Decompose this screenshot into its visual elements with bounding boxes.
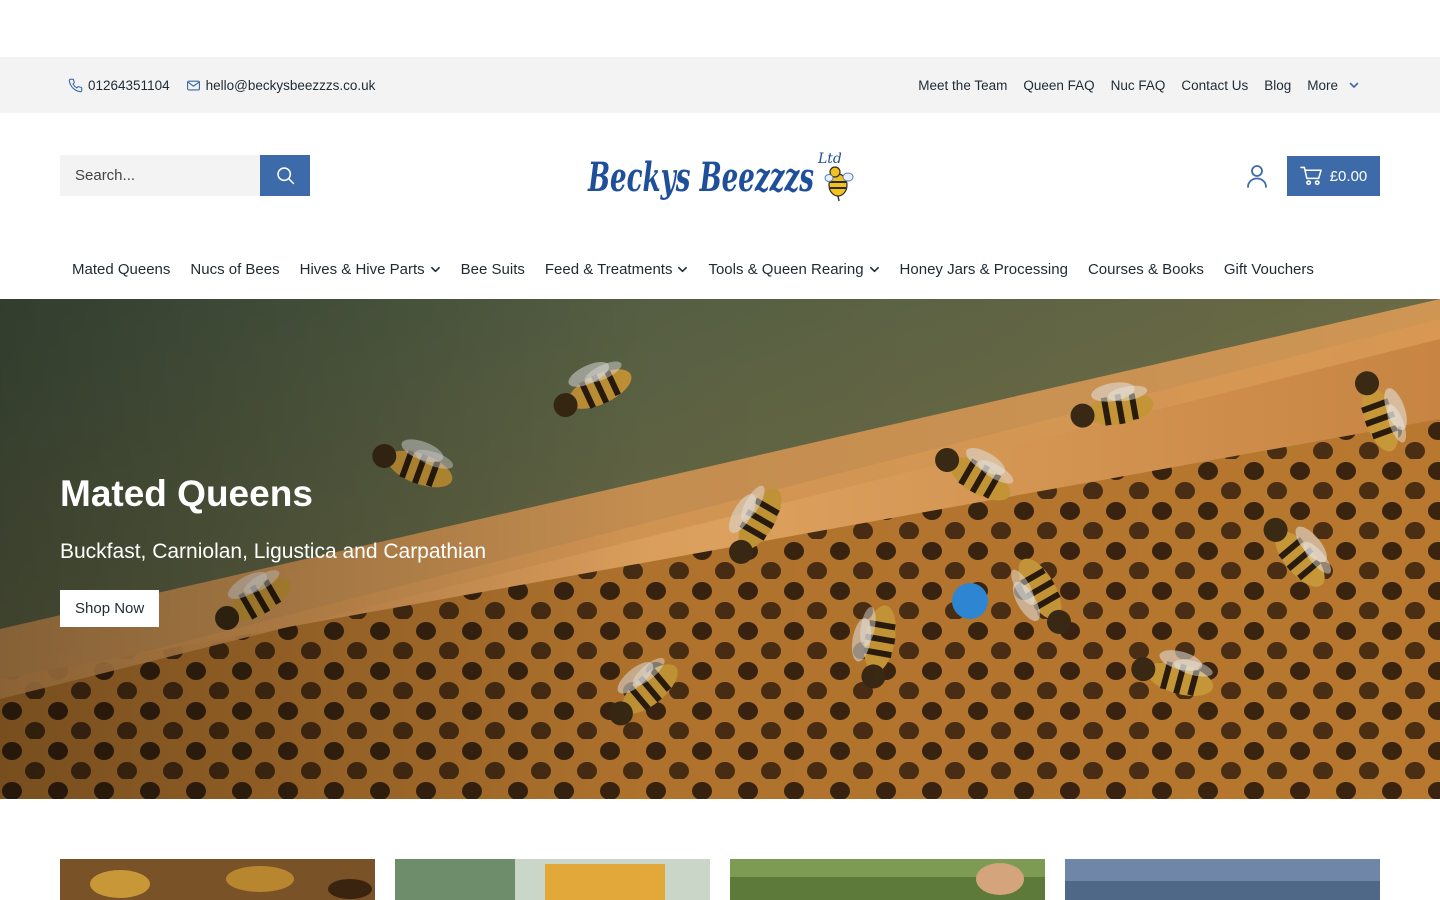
contact-info: 01264351104 hello@beckysbeezzzs.co.uk bbox=[68, 57, 375, 113]
account-link[interactable] bbox=[1245, 163, 1269, 189]
cart-button[interactable]: £0.00 bbox=[1287, 156, 1380, 196]
cart-total: £0.00 bbox=[1329, 167, 1368, 185]
utility-links: Meet the Team Queen FAQ Nuc FAQ Contact … bbox=[918, 57, 1360, 113]
search-icon bbox=[276, 167, 294, 185]
utility-link-nuc-faq[interactable]: Nuc FAQ bbox=[1111, 78, 1166, 93]
cart-icon bbox=[1299, 166, 1322, 186]
chevron-down-icon bbox=[869, 266, 879, 272]
email-link[interactable]: hello@beckysbeezzzs.co.uk bbox=[186, 77, 376, 93]
email-address: hello@beckysbeezzzs.co.uk bbox=[205, 77, 376, 93]
category-tile[interactable] bbox=[730, 859, 1045, 900]
site-logo[interactable]: Beckys Beezzzs Ltd bbox=[586, 141, 854, 205]
phone-link[interactable]: 01264351104 bbox=[68, 78, 170, 93]
site-header: Beckys Beezzzs Ltd £0.00 Mated Queens Nu… bbox=[0, 113, 1440, 299]
hero-banner: Mated Queens Buckfast, Carniolan, Ligust… bbox=[0, 299, 1440, 799]
nav-item-tools-queen-rearing[interactable]: Tools & Queen Rearing bbox=[708, 261, 879, 278]
category-tile[interactable] bbox=[1065, 859, 1380, 900]
nav-item-honey-jars[interactable]: Honey Jars & Processing bbox=[900, 261, 1068, 278]
utility-link-contact-us[interactable]: Contact Us bbox=[1181, 78, 1248, 93]
utility-link-queen-faq[interactable]: Queen FAQ bbox=[1023, 78, 1094, 93]
utility-link-blog[interactable]: Blog bbox=[1264, 78, 1291, 93]
more-label: More bbox=[1307, 77, 1338, 93]
bee-mascot-icon bbox=[824, 166, 854, 202]
nav-item-gift-vouchers[interactable]: Gift Vouchers bbox=[1224, 261, 1314, 278]
shop-now-button[interactable]: Shop Now bbox=[60, 590, 160, 627]
nav-item-bee-suits[interactable]: Bee Suits bbox=[461, 261, 525, 278]
nav-item-nucs-of-bees[interactable]: Nucs of Bees bbox=[190, 261, 279, 278]
tile-image bbox=[60, 859, 375, 900]
tile-image bbox=[730, 859, 1045, 900]
hero-subtitle: Buckfast, Carniolan, Ligustica and Carpa… bbox=[60, 540, 487, 563]
search-input[interactable] bbox=[60, 155, 260, 196]
utility-bar: 01264351104 hello@beckysbeezzzs.co.uk Me… bbox=[0, 57, 1440, 113]
mail-icon bbox=[186, 80, 200, 90]
search-form bbox=[60, 155, 310, 196]
utility-more-dropdown[interactable]: More bbox=[1307, 78, 1360, 93]
main-nav: Mated Queens Nucs of Bees Hives & Hive P… bbox=[72, 253, 1314, 285]
hero-title: Mated Queens bbox=[60, 473, 313, 514]
nav-item-hives[interactable]: Hives & Hive Parts bbox=[300, 261, 441, 278]
nav-item-courses-books[interactable]: Courses & Books bbox=[1088, 261, 1204, 278]
chevron-down-icon bbox=[678, 266, 688, 272]
utility-link-meet-the-team[interactable]: Meet the Team bbox=[918, 78, 1007, 93]
category-tile[interactable] bbox=[395, 859, 710, 900]
logo-graphic: Beckys Beezzzs Ltd bbox=[587, 151, 854, 202]
chevron-down-icon bbox=[1349, 82, 1359, 88]
category-tiles bbox=[60, 859, 1380, 900]
phone-number: 01264351104 bbox=[88, 77, 170, 93]
svg-text:Ltd: Ltd bbox=[817, 151, 842, 167]
top-spacer bbox=[0, 0, 1440, 57]
nav-item-feed-treatments[interactable]: Feed & Treatments bbox=[545, 261, 689, 278]
svg-text:Beckys Beezzzs: Beckys Beezzzs bbox=[587, 154, 814, 201]
tile-image bbox=[1065, 859, 1380, 900]
user-icon bbox=[1247, 165, 1267, 188]
search-button[interactable] bbox=[260, 155, 310, 196]
nav-item-mated-queens[interactable]: Mated Queens bbox=[72, 261, 170, 278]
tile-image bbox=[395, 859, 710, 900]
category-tile[interactable] bbox=[60, 859, 375, 900]
chevron-down-icon bbox=[430, 266, 440, 272]
phone-icon bbox=[68, 78, 83, 92]
